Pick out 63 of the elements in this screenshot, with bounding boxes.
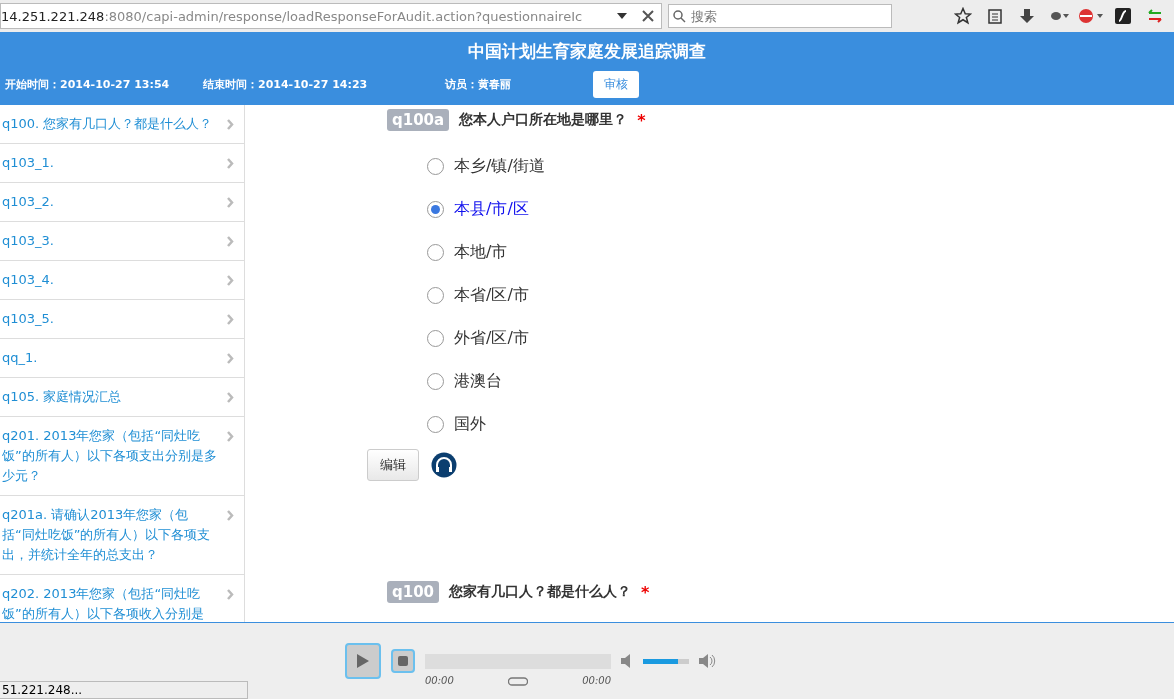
radio-button[interactable] [427,200,444,218]
radio-button[interactable] [427,415,444,433]
chevron-icon [227,275,234,286]
question-code: q100a [387,109,450,131]
sidebar-item[interactable]: q100. 您家有几口人？都是什么人？ [0,105,244,144]
audit-button[interactable]: 审核 [593,71,639,98]
play-button[interactable] [345,643,381,679]
play-icon [357,654,369,668]
address-bar[interactable]: 14.251.221.248:8080/capi-admin/response/loadResponseForAudit.action?questionnaireIc [0,3,662,29]
stop-icon [398,656,408,666]
sidebar-item[interactable]: q103_3. [0,222,244,261]
required-mark: * [637,110,646,130]
start-time: 开始时间：2014-10-27 13:54 [5,77,171,92]
edit-button[interactable]: 编辑 [367,449,419,481]
chevron-icon [227,510,234,521]
chevron-icon [227,353,234,364]
option-label: 本地/市 [454,241,508,263]
option-label: 本省/区/市 [454,284,529,306]
sidebar-item[interactable]: q103_4. [0,261,244,300]
mute-icon[interactable] [621,654,633,668]
sidebar-item[interactable]: q103_5. [0,300,244,339]
search-icon [673,10,686,23]
headphones-icon[interactable] [431,452,457,478]
question-text: 您家有几口人？都是什么人？ [449,583,632,601]
chevron-icon [227,431,234,442]
sidebar-item[interactable]: q201a. 请确认2013年您家（包括“同灶吃饭”的所有人）以下各项支出，并统计全年的总支出？ [0,496,244,575]
radio-button[interactable] [427,157,444,175]
chevron-icon [227,236,234,247]
option-label: 国外 [454,413,486,435]
survey-title: 中国计划生育家庭发展追踪调查 [467,40,707,63]
elapsed-time: 00:00 [425,675,454,686]
radio-button[interactable] [427,372,444,390]
chevron-icon [227,158,234,169]
total-time: 00:00 [582,675,611,686]
sidebar-item[interactable]: q105. 家庭情况汇总 [0,378,244,417]
status-text: 51.221.248... [0,681,248,699]
sidebar-item[interactable]: q103_1. [0,144,244,183]
chevron-icon [227,197,234,208]
option-label: 本县/市/区 [454,198,529,220]
radio-button[interactable] [427,329,444,347]
sidebar-item[interactable]: qq_1. [0,339,244,378]
question-text: 您本人户口所在地是哪里？ [459,111,628,129]
required-mark: * [641,582,650,602]
url-text: 14.251.221.248:8080/capi-admin/response/loadResponseForAudit.action?questionnaireIc [1,8,584,24]
search-field[interactable]: 搜索 [668,4,892,28]
interviewer: 访员：黄春丽 [445,77,512,92]
chevron-icon [227,392,234,403]
end-time: 结束时间：2014-10-27 14:23 [203,77,369,92]
chevron-icon [227,314,234,325]
option-label: 本乡/镇/街道 [454,155,545,177]
chevron-icon [227,119,234,130]
repeat-icon[interactable] [508,674,528,687]
volume-slider[interactable] [643,658,689,664]
radio-button[interactable] [427,243,444,261]
chevron-icon [227,589,234,600]
sidebar-item[interactable]: q103_2. [0,183,244,222]
radio-button[interactable] [427,286,444,304]
question-code: q100 [387,581,440,603]
option-label: 港澳台 [454,370,502,392]
sidebar-item[interactable]: q201. 2013年您家（包括“同灶吃饭”的所有人）以下各项支出分别是多少元？ [0,417,244,496]
volume-icon[interactable] [699,654,717,668]
stop-button[interactable] [391,649,415,673]
option-label: 外省/区/市 [454,327,529,349]
